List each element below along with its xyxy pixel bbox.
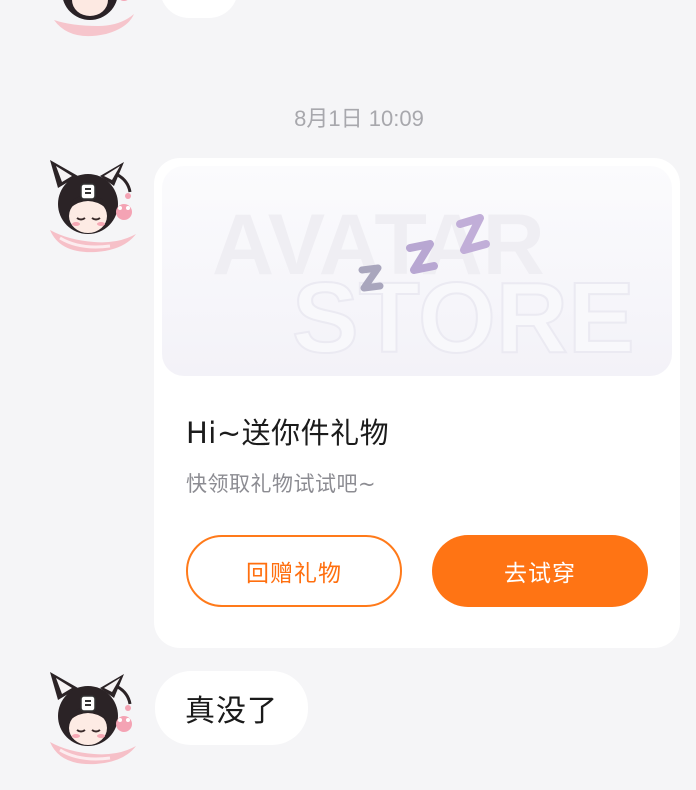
- anime-cat-girl-avatar-icon: [50, 672, 136, 765]
- gift-card[interactable]: AVATAR STORE Hi~送你件礼物 快领取礼物试试吧~ 回赠礼物 去试穿: [154, 158, 680, 648]
- return-gift-button[interactable]: 回赠礼物: [186, 535, 402, 607]
- chat-screen: 8月1日 10:09 AVATAR STORE Hi~送你件礼物 快领取礼物试试…: [0, 0, 696, 790]
- anime-cat-girl-avatar-icon: [54, 0, 134, 37]
- gift-card-title: Hi~送你件礼物: [186, 416, 390, 450]
- message-timestamp: 8月1日 10:09: [294, 106, 424, 131]
- gift-card-subtitle: 快领取礼物试试吧~: [186, 472, 377, 496]
- avatar-store-banner: AVATAR STORE: [162, 166, 672, 376]
- sender-avatar[interactable]: [40, 158, 138, 256]
- try-on-button[interactable]: 去试穿: [432, 535, 648, 607]
- banner-text-store: STORE: [292, 262, 635, 374]
- sender-avatar[interactable]: [40, 0, 138, 42]
- previous-message-bubble[interactable]: [160, 0, 238, 18]
- message-bubble[interactable]: 真没了: [155, 671, 308, 745]
- message-text: 真没了: [185, 694, 278, 729]
- anime-cat-girl-avatar-icon: [50, 160, 136, 253]
- sender-avatar[interactable]: [40, 670, 138, 768]
